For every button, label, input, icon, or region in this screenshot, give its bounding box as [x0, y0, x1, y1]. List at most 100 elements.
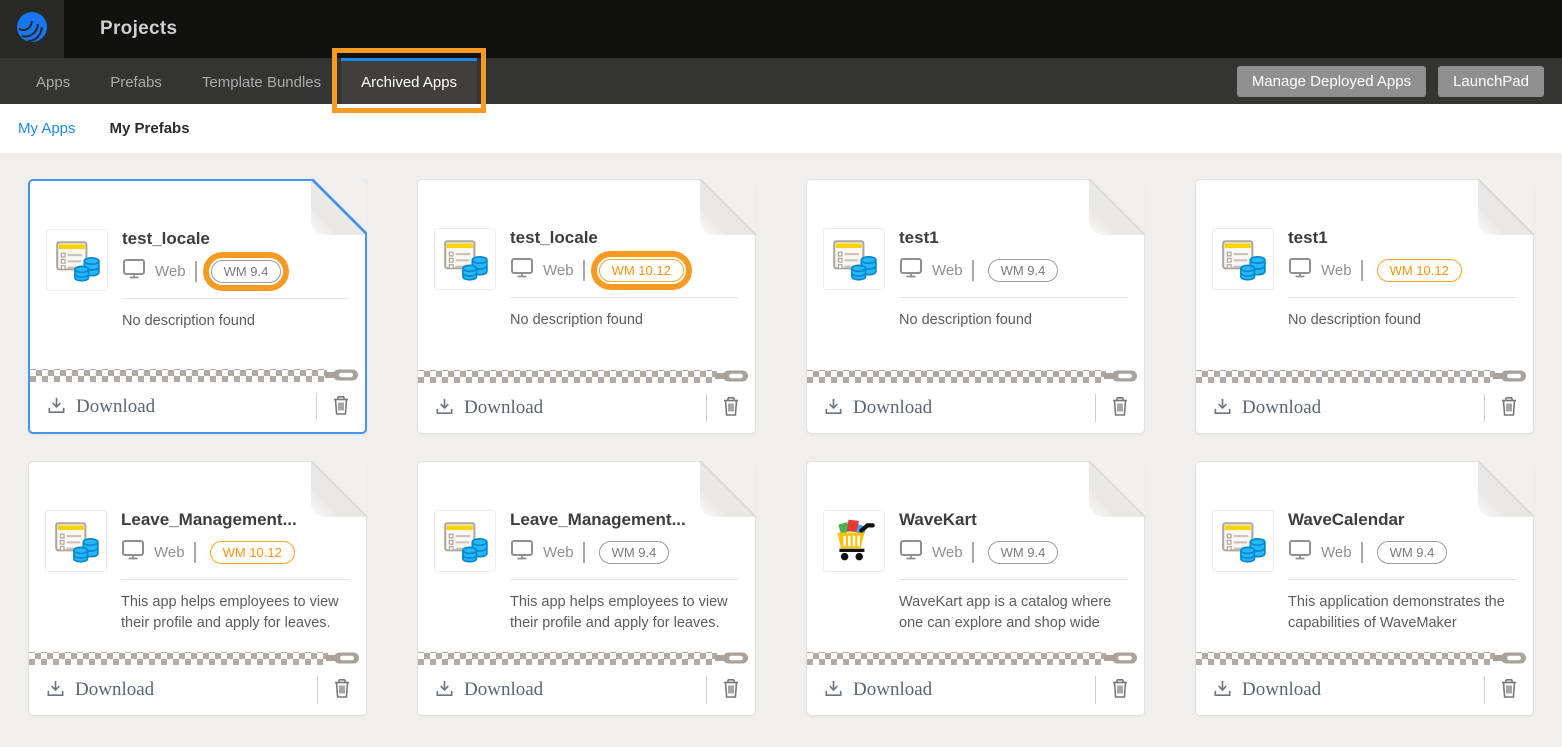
nav-tabs: Apps Prefabs Template Bundles Archived A…	[16, 58, 477, 104]
download-icon	[1212, 678, 1233, 702]
delete-button[interactable]	[707, 677, 755, 703]
platform-label: Web	[1321, 262, 1352, 279]
default-app-icon	[823, 228, 885, 290]
meta-separator	[194, 542, 196, 563]
version-badge: WM 9.4	[988, 541, 1059, 564]
version-annotation-ring: WM 10.12	[1369, 251, 1470, 290]
download-button[interactable]: Download	[807, 678, 932, 702]
version-badge: WM 9.4	[1377, 541, 1448, 564]
version-badge: WM 9.4	[988, 259, 1059, 282]
app-card[interactable]: test1 Web WM 9.4 No description	[806, 179, 1145, 434]
monitor-icon	[899, 257, 923, 284]
zipper-teeth	[30, 369, 327, 382]
delete-button[interactable]	[317, 394, 365, 420]
trash-icon	[332, 677, 352, 703]
zipper-graphic	[418, 651, 755, 665]
platform-label: Web	[932, 544, 963, 561]
app-card[interactable]: Leave_Management... Web WM 10.12	[28, 461, 367, 716]
download-label: Download	[853, 679, 932, 701]
subnav-item-my-prefabs[interactable]: My Prefabs	[110, 120, 190, 137]
shopping-cart-icon	[823, 510, 885, 572]
zipper-teeth	[418, 370, 717, 383]
card-info: test_locale Web WM 9.4 No descri	[122, 229, 349, 368]
subnav-item-my-apps[interactable]: My Apps	[18, 120, 76, 137]
delete-button[interactable]	[1096, 677, 1144, 703]
version-badge: WM 10.12	[210, 541, 295, 564]
app-card[interactable]: WaveKart Web WM 9.4 WaveKart app	[806, 461, 1145, 716]
zipper-graphic	[807, 651, 1144, 665]
zipper-pull-icon	[1493, 651, 1527, 665]
tab-apps[interactable]: Apps	[16, 58, 90, 104]
app-description: No description found	[899, 310, 1128, 331]
card-info: WaveKart Web WM 9.4 WaveKart app	[899, 510, 1128, 651]
default-app-icon	[1212, 228, 1274, 290]
app-name: test_locale	[122, 229, 349, 249]
trash-icon	[1499, 395, 1519, 421]
monitor-icon	[1288, 257, 1312, 284]
download-button[interactable]: Download	[29, 678, 154, 702]
card-footer: Download	[30, 382, 365, 432]
zipper-graphic	[1196, 369, 1533, 383]
logo-tile[interactable]	[0, 0, 64, 58]
meta-separator	[1361, 542, 1363, 563]
app-card[interactable]: test_locale Web WM 10.12 No desc	[417, 179, 756, 434]
meta-separator	[583, 260, 585, 281]
app-description: WaveKart app is a catalog where one can …	[899, 592, 1128, 634]
delete-button[interactable]	[707, 395, 755, 421]
download-button[interactable]: Download	[30, 395, 155, 419]
tab-template-bundles[interactable]: Template Bundles	[182, 58, 341, 104]
app-meta: Web WM 9.4	[122, 257, 349, 285]
download-button[interactable]: Download	[418, 396, 543, 420]
download-icon	[434, 678, 455, 702]
page-fold-corner	[1089, 179, 1145, 235]
info-divider	[899, 579, 1128, 580]
wavemaker-logo-icon	[12, 7, 52, 52]
tab-label: Prefabs	[110, 74, 162, 91]
download-button[interactable]: Download	[1196, 678, 1321, 702]
tab-archived-apps[interactable]: Archived Apps	[341, 58, 477, 104]
card-footer: Download	[1196, 383, 1533, 433]
card-footer: Download	[418, 665, 755, 715]
download-label: Download	[1242, 397, 1321, 419]
trash-icon	[1499, 677, 1519, 703]
delete-button[interactable]	[1096, 395, 1144, 421]
launchpad-button[interactable]: LaunchPad	[1438, 66, 1544, 97]
zipper-graphic	[807, 369, 1144, 383]
page-fold-corner	[1478, 461, 1534, 517]
main-nav: Apps Prefabs Template Bundles Archived A…	[0, 58, 1562, 104]
app-card-grid: test_locale Web WM 9.4 No descri	[28, 179, 1534, 716]
info-divider	[510, 297, 739, 298]
download-button[interactable]: Download	[807, 396, 932, 420]
page-fold-corner	[1478, 179, 1534, 235]
card-info: test_locale Web WM 10.12 No desc	[510, 228, 739, 369]
card-info: test1 Web WM 10.12 No descriptio	[1288, 228, 1517, 369]
download-icon	[46, 395, 67, 419]
download-button[interactable]: Download	[1196, 396, 1321, 420]
info-divider	[899, 297, 1128, 298]
info-divider	[121, 579, 350, 580]
zipper-teeth	[807, 370, 1106, 383]
default-app-icon	[45, 510, 107, 572]
download-button[interactable]: Download	[418, 678, 543, 702]
version-badge: WM 10.12	[1377, 259, 1462, 282]
platform-label: Web	[543, 544, 574, 561]
app-meta: Web WM 10.12	[510, 256, 739, 284]
app-card[interactable]: WaveCalendar Web WM 9.4 This app	[1195, 461, 1534, 716]
app-card[interactable]: test_locale Web WM 9.4 No descri	[28, 179, 367, 434]
app-description: This app helps employees to view their p…	[510, 592, 739, 634]
download-label: Download	[1242, 679, 1321, 701]
delete-button[interactable]	[1485, 395, 1533, 421]
app-card[interactable]: test1 Web WM 10.12 No descriptio	[1195, 179, 1534, 434]
card-info: Leave_Management... Web WM 9.4 T	[510, 510, 739, 651]
delete-button[interactable]	[1485, 677, 1533, 703]
meta-separator	[972, 260, 974, 281]
zipper-graphic	[1196, 651, 1533, 665]
default-app-icon	[434, 510, 496, 572]
app-card[interactable]: Leave_Management... Web WM 9.4 T	[417, 461, 756, 716]
monitor-icon	[510, 257, 534, 284]
manage-deployed-apps-button[interactable]: Manage Deployed Apps	[1237, 66, 1426, 97]
delete-button[interactable]	[318, 677, 366, 703]
tab-prefabs[interactable]: Prefabs	[90, 58, 182, 104]
nav-actions: Manage Deployed Apps LaunchPad	[1237, 58, 1562, 104]
zipper-pull-icon	[326, 651, 360, 665]
